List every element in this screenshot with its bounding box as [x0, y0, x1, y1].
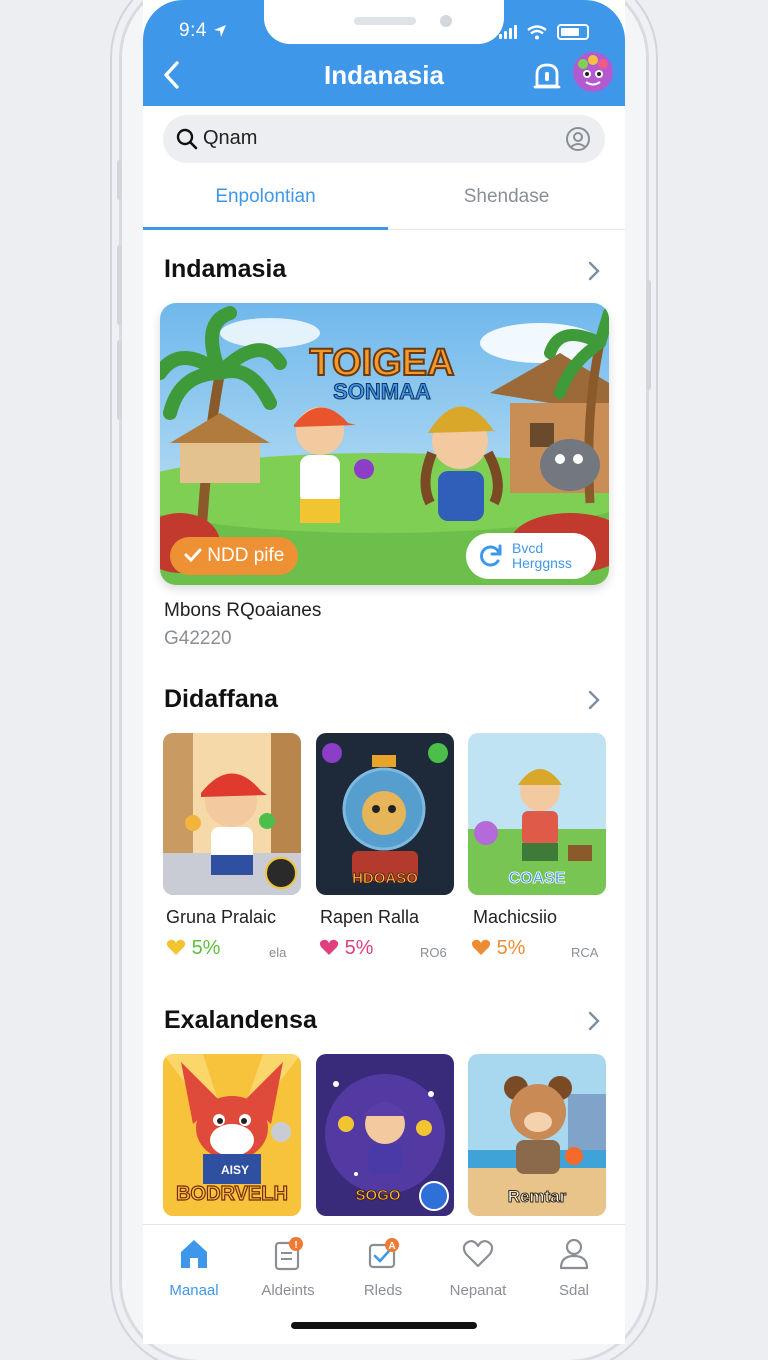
nav-label: Sdal — [558, 1282, 590, 1299]
card-rating: 5% — [166, 937, 220, 960]
heart-icon — [462, 1240, 494, 1268]
featured-subcaption: G42220 — [164, 628, 232, 649]
speaker — [354, 17, 416, 25]
game-card[interactable]: AISY BODRVELH — [163, 1054, 301, 1216]
card-title: Gruna Pralaic — [166, 907, 277, 927]
refresh-icon — [480, 544, 502, 567]
bear-character-thumbnail: Remtar — [468, 1054, 606, 1216]
chevron-right-icon[interactable] — [587, 1011, 601, 1031]
card-logo: SOGO — [355, 1187, 400, 1204]
card-logo: Remtar — [508, 1187, 567, 1206]
hero-logo-line1: TOIGEA — [310, 342, 455, 384]
card-logo: COASE — [509, 870, 566, 887]
nav-item-rleds[interactable]: A Rleds — [335, 1225, 431, 1315]
front-camera — [440, 15, 452, 27]
checkmark-icon — [184, 548, 202, 563]
svg-text:!: ! — [294, 1240, 297, 1251]
search-icon — [176, 128, 198, 150]
badge-orange-label: NDD pife — [207, 545, 285, 566]
game-card[interactable]: Remtar — [468, 1054, 606, 1216]
nav-label: Nepanat — [449, 1282, 507, 1299]
section-title-third: Exalandensa — [164, 1006, 317, 1034]
card-meta: RCA — [571, 945, 599, 960]
section-title-featured: Indamasia — [164, 255, 287, 283]
magic-character-thumbnail: SOGO — [316, 1054, 454, 1216]
section-title-second: Didaffana — [164, 685, 278, 713]
nav-label: Rleds — [363, 1282, 403, 1299]
game-card[interactable]: HDOASO — [316, 733, 454, 895]
chevron-right-icon[interactable] — [587, 261, 601, 281]
badge-white-line2: Herggnss — [512, 555, 572, 571]
yellow-heart-icon — [166, 939, 186, 955]
hero-logo-line2: SONMAA — [333, 379, 431, 404]
face-id-icon[interactable] — [565, 126, 591, 152]
wifi-icon — [527, 24, 547, 39]
active-tab-indicator — [143, 227, 388, 230]
phone-screen: 9:4 Indanasia Qnam Enpolontian Shendase … — [143, 0, 625, 1344]
card-meta: RO6 — [420, 945, 447, 960]
tab-enpolontian[interactable]: Enpolontian — [143, 186, 388, 208]
card-meta: ela — [269, 945, 287, 960]
tab-shendase[interactable]: Shendase — [388, 186, 625, 208]
nav-item-sdal[interactable]: Sdal — [526, 1225, 622, 1315]
volume-down-button — [117, 340, 122, 420]
battery-icon — [557, 24, 589, 40]
location-arrow-icon — [213, 24, 226, 37]
chevron-right-icon[interactable] — [587, 690, 601, 710]
badge-white-line1: Bvcd — [512, 540, 544, 556]
nav-label: Aldeints — [261, 1282, 315, 1299]
search-bar[interactable]: Qnam — [163, 115, 605, 163]
nav-item-aldeints[interactable]: ! Aldeints — [240, 1225, 336, 1315]
bell-icon — [533, 63, 561, 89]
card-rating: 5% — [319, 937, 373, 960]
fox-character-thumbnail: AISY BODRVELH — [163, 1054, 301, 1216]
game-card[interactable]: COASE — [468, 733, 606, 895]
monster-avatar-icon — [577, 55, 609, 90]
power-button — [646, 280, 651, 390]
status-badge-orange[interactable]: NDD pife — [170, 537, 299, 575]
rating-value: 5% — [496, 937, 526, 959]
volume-up-button — [117, 245, 122, 325]
featured-banner[interactable]: TOIGEA SONMAA NDD pife Bvcd Herggnss — [160, 303, 609, 585]
checkbox-icon: A — [368, 1238, 399, 1269]
game-card[interactable] — [163, 733, 301, 895]
rating-value: 5% — [344, 937, 374, 959]
status-time: 9:4 — [179, 20, 227, 42]
signal-icon — [499, 25, 517, 39]
orange-heart-icon — [471, 939, 491, 955]
nav-item-nepanat[interactable]: Nepanat — [430, 1225, 526, 1315]
home-icon — [181, 1240, 207, 1268]
profile-avatar[interactable] — [573, 52, 613, 92]
garden-character-thumbnail: COASE — [468, 733, 606, 895]
rating-value: 5% — [191, 937, 221, 959]
card-sign: AISY — [221, 1163, 249, 1177]
featured-caption: Mbons RQoaianes — [164, 600, 322, 621]
card-logo: BODRVELH — [176, 1183, 288, 1205]
home-indicator[interactable] — [291, 1322, 477, 1329]
card-title: Machicsiio — [473, 907, 558, 927]
person-icon — [559, 1238, 589, 1270]
pink-heart-icon — [319, 939, 339, 955]
bubble-creature-thumbnail: HDOASO — [316, 733, 454, 895]
status-icons — [499, 24, 589, 40]
card-logo: HDOASO — [352, 870, 418, 887]
card-title: Rapen Ralla — [320, 907, 420, 927]
clipboard-icon: ! — [274, 1237, 303, 1271]
boy-character-thumbnail — [163, 733, 301, 895]
notification-button[interactable] — [533, 62, 561, 92]
card-rating: 5% — [471, 937, 525, 960]
refresh-badge[interactable]: Bvcd Herggnss — [466, 533, 596, 579]
nav-item-manaal[interactable]: Manaal — [146, 1225, 242, 1315]
game-card[interactable]: SOGO — [316, 1054, 454, 1216]
nav-label: Manaal — [169, 1282, 219, 1299]
app-header: 9:4 Indanasia — [143, 0, 625, 106]
svg-text:A: A — [388, 1241, 395, 1252]
mute-switch — [117, 160, 122, 200]
search-input[interactable]: Qnam — [203, 127, 257, 150]
notch — [264, 0, 504, 44]
